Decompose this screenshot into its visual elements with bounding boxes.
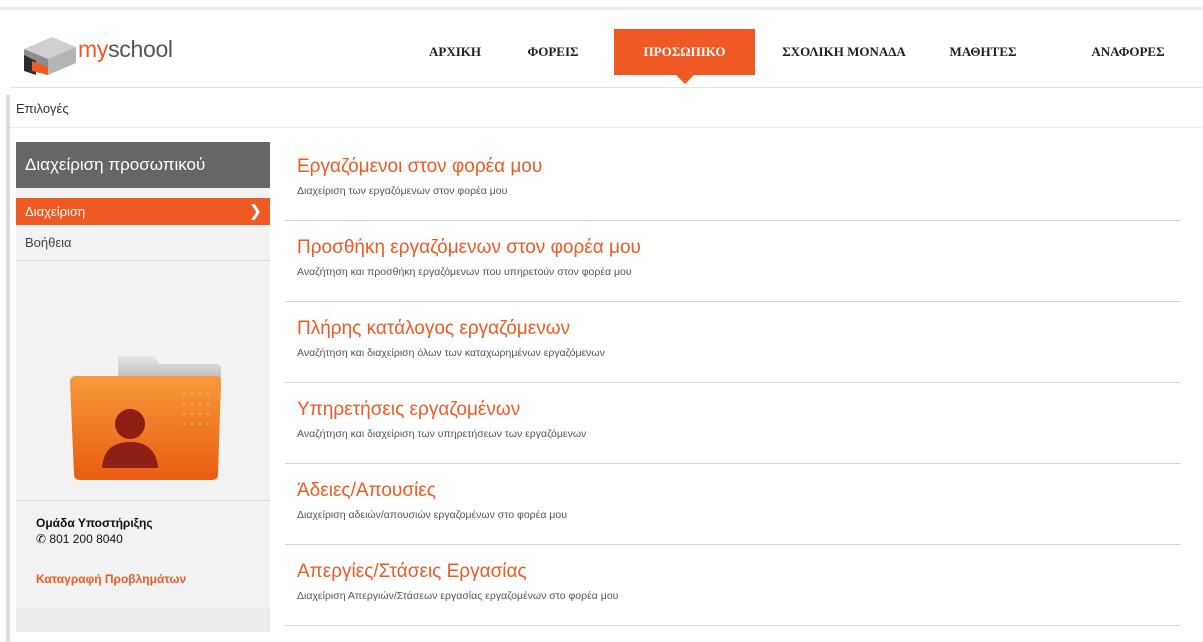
list-item-description: Διαχείριση αδειών/απουσιών εργαζομένων σ… [297, 509, 567, 521]
list-item: Άδειες/Απουσίες Διαχείριση αδειών/απουσι… [285, 464, 1181, 545]
sidebar: Διαχείριση προσωπικού Διαχείριση ❯ Βοήθε… [16, 142, 270, 632]
nav-item-personnel-label: ΠΡΟΣΩΠΙΚΟ [643, 44, 726, 59]
user-folder-icon [66, 350, 226, 485]
sidebar-item-management[interactable]: Διαχείριση ❯ [16, 198, 270, 225]
list-item-description: Αναζήτηση και διαχείριση των υπηρετήσεων… [297, 428, 587, 440]
myschool-logo-icon [24, 37, 76, 75]
page-left-edge [6, 95, 10, 642]
list-item-title[interactable]: Άδειες/Απουσίες [297, 480, 436, 502]
support-phone-number: 801 200 8040 [49, 532, 123, 546]
sidebar-item-label: Διαχείριση [25, 204, 86, 219]
menu-list: Εργαζόμενοι στον φορέα μου Διαχείριση τω… [285, 140, 1181, 626]
list-item: Προσθήκη εργαζόμενων στον φορέα μου Αναζ… [285, 221, 1181, 302]
list-item-title[interactable]: Εργαζόμενοι στον φορέα μου [297, 156, 542, 178]
breadcrumb: Επιλογές [16, 101, 69, 116]
logo-text: myschool [78, 35, 173, 62]
phone-icon: ✆ [36, 532, 47, 546]
sidebar-item-help[interactable]: Βοήθεια [16, 225, 270, 261]
list-item-description: Διαχείριση των εργαζόμενων στον φορέα μο… [297, 185, 508, 197]
header: myschool ΑΡΧΙΚΗ ΦΟΡΕΙΣ ΠΡΟΣΩΠΙΚΟ ΣΧΟΛΙΚΗ… [10, 13, 1203, 88]
list-item: Εργαζόμενοι στον φορέα μου Διαχείριση τω… [285, 140, 1181, 221]
chevron-right-icon: ❯ [248, 203, 262, 220]
list-item-title[interactable]: Υπηρετήσεις εργαζομένων [297, 399, 520, 421]
list-item: Υπηρετήσεις εργαζομένων Αναζήτηση και δι… [285, 383, 1181, 464]
nav-item-organizations[interactable]: ΦΟΡΕΙΣ [523, 29, 583, 75]
list-item: Απεργίες/Στάσεις Εργασίας Διαχείριση Απε… [285, 545, 1181, 626]
sidebar-divider [16, 500, 270, 501]
nav-item-home[interactable]: ΑΡΧΙΚΗ [419, 29, 491, 75]
sidebar-title: Διαχείριση προσωπικού [16, 142, 270, 188]
nav-item-school-unit[interactable]: ΣΧΟΛΙΚΗ ΜΟΝΑΔΑ [776, 29, 912, 75]
report-problems-link[interactable]: Καταγραφή Προβλημάτων [36, 572, 186, 586]
nav-item-personnel[interactable]: ΠΡΟΣΩΠΙΚΟ [614, 29, 755, 84]
list-item: Πλήρης κατάλογος εργαζόμενων Αναζήτηση κ… [285, 302, 1181, 383]
nav-active-pointer [675, 75, 694, 84]
nav-item-students[interactable]: ΜΑΘΗΤΕΣ [946, 29, 1020, 75]
list-item-description: Αναζήτηση και προσθήκη εργαζόμενων που υ… [297, 266, 632, 278]
support-title: Ομάδα Υποστήριξης [36, 516, 153, 530]
list-item-title[interactable]: Πλήρης κατάλογος εργαζόμενων [297, 318, 570, 340]
breadcrumb-divider [10, 127, 1203, 128]
list-item-description: Διαχείριση Απεργιών/Στάσεων εργασίας εργ… [297, 590, 619, 602]
nav-item-reports[interactable]: ΑΝΑΦΟΡΕΣ [1083, 29, 1173, 75]
list-item-title[interactable]: Προσθήκη εργαζόμενων στον φορέα μου [297, 237, 641, 259]
sidebar-footer [16, 608, 270, 632]
support-phone: ✆ 801 200 8040 [36, 532, 123, 546]
logo[interactable]: myschool [18, 31, 208, 77]
top-strip [0, 0, 1203, 10]
list-item-title[interactable]: Απεργίες/Στάσεις Εργασίας [297, 561, 527, 583]
list-item-description: Αναζήτηση και διαχείριση όλων των καταχω… [297, 347, 605, 359]
